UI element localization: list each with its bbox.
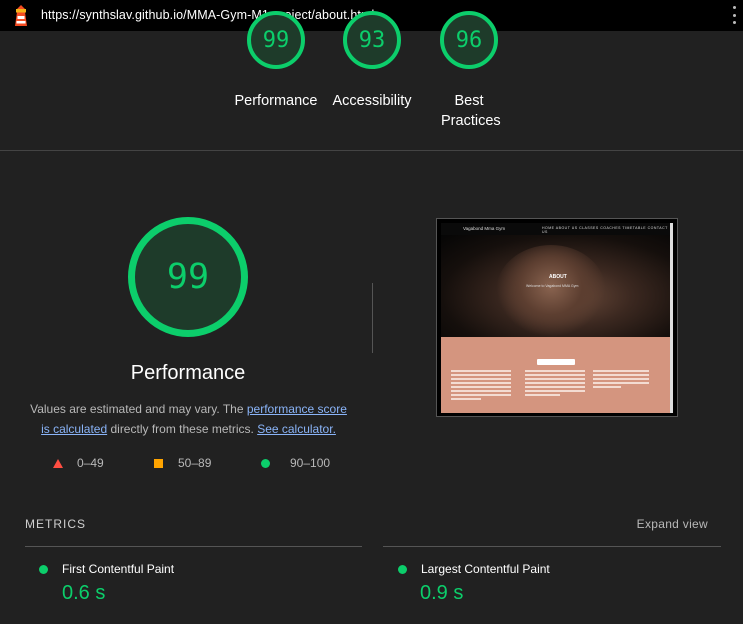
triangle-icon (53, 458, 63, 468)
gauge-score: 93 (343, 11, 401, 69)
performance-title: Performance (130, 362, 246, 384)
pass-circle-icon (398, 565, 407, 574)
desc-text: directly from these metrics. (107, 422, 258, 436)
fighter-image (496, 245, 606, 337)
performance-gauge: 99 (128, 217, 248, 337)
metric-divider (25, 546, 362, 547)
pass-circle-icon (39, 565, 48, 574)
desc-text: Values are estimated and may vary. The (30, 402, 247, 416)
lighthouse-icon (15, 5, 27, 26)
screenshot-hero-title: ABOUT (549, 274, 567, 280)
screenshot-scrollbar (670, 223, 673, 413)
screenshot-content: Vagabond Mma Gym HOME ABOUT US CLASSES C… (441, 223, 673, 413)
metrics-heading: METRICS (25, 517, 86, 531)
metric-divider (383, 546, 721, 547)
legend-range: 0–49 (77, 456, 104, 470)
kebab-menu-icon[interactable] (731, 6, 737, 24)
metric-fcp-name: First Contentful Paint (62, 562, 175, 576)
screenshot-text-col (525, 370, 585, 406)
expand-view-toggle[interactable]: Expand view (637, 517, 708, 531)
gauge-label: Accessibility (332, 93, 412, 109)
screenshot-text-col (451, 370, 511, 406)
gauge-accessibility[interactable]: 93 Accessibility (317, 11, 427, 109)
gauge-best-practices[interactable]: 96 Best Practices (414, 11, 524, 129)
performance-description: Values are estimated and may vary. The p… (26, 399, 351, 439)
legend-range: 50–89 (178, 456, 212, 470)
legend-pass: 90–100 (261, 456, 330, 470)
page-url[interactable]: https://synthslav.github.io/MMA-Gym-M1-p… (41, 8, 374, 22)
summary-gauges: 99 Performance 93 Accessibility 96 Best … (0, 11, 743, 150)
vertical-separator (372, 283, 373, 353)
metric-lcp-name: Largest Contentful Paint (421, 562, 550, 576)
gauge-score: 99 (247, 11, 305, 69)
metric-lcp-value: 0.9 s (420, 582, 464, 604)
circle-icon (261, 458, 270, 468)
section-divider (0, 150, 743, 151)
screenshot-button (537, 359, 575, 365)
screenshot-brand: Vagabond Mma Gym (463, 226, 506, 231)
gauge-score: 96 (440, 11, 498, 69)
square-icon (154, 458, 163, 468)
legend-average: 50–89 (154, 456, 211, 470)
legend-range: 90–100 (290, 456, 331, 470)
gauge-performance[interactable]: 99 Performance (221, 11, 331, 109)
gauge-label: Best Practices (441, 93, 501, 129)
screenshot-hero-subtitle: Welcome to Vagabond MMA Gym (526, 284, 579, 288)
metric-fcp-value: 0.6 s (62, 582, 106, 604)
legend-fail: 0–49 (53, 456, 104, 470)
screenshot-text-col (593, 370, 649, 406)
gauge-label: Performance (234, 93, 318, 109)
screenshot-nav-links: HOME ABOUT US CLASSES COACHES TIMETABLE … (542, 226, 668, 234)
screenshot-navbar: Vagabond Mma Gym HOME ABOUT US CLASSES C… (441, 223, 673, 235)
final-screenshot[interactable]: Vagabond Mma Gym HOME ABOUT US CLASSES C… (436, 218, 678, 417)
see-calculator-link[interactable]: See calculator. (257, 422, 336, 436)
